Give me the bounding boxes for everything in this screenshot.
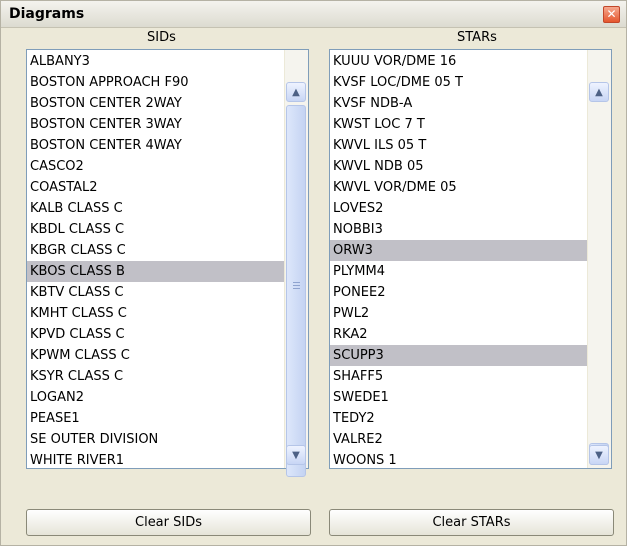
star-list-item[interactable]: KWVL ILS 05 T — [330, 135, 588, 156]
star-list-item[interactable]: NOBBI3 — [330, 219, 588, 240]
sid-list-item[interactable]: KBGR CLASS C — [27, 240, 285, 261]
sid-list-item[interactable]: KPWM CLASS C — [27, 345, 285, 366]
star-list-item[interactable]: KVSF LOC/DME 05 T — [330, 72, 588, 93]
star-list-item[interactable]: KWVL NDB 05 — [330, 156, 588, 177]
sid-list-item[interactable]: BOSTON APPROACH F90 — [27, 72, 285, 93]
sids-listbox[interactable]: ALBANY3 BOSTON APPROACH F90 BOSTON CENTER … — [26, 49, 309, 477]
sid-list-item[interactable]: KPVD CLASS C — [27, 324, 285, 345]
diagrams-window: Diagrams ✕ SIDs STARs ALBANY3 BOSTON APPR… — [0, 0, 627, 546]
star-list-item[interactable]: LOVES2 — [330, 198, 588, 219]
chevron-down-icon[interactable]: ▼ — [589, 445, 609, 465]
chevron-up-icon[interactable]: ▲ — [286, 82, 306, 102]
star-list-item[interactable]: VALRE2 — [330, 429, 588, 450]
star-list-item[interactable]: SWEDE1 — [330, 387, 588, 408]
sids-header: SIDs — [147, 30, 176, 45]
sid-list-item[interactable]: KSYR CLASS C — [27, 366, 285, 387]
clear-stars-button[interactable]: Clear STARs — [329, 509, 614, 536]
sid-list-item[interactable]: COASTAL2 — [27, 177, 285, 198]
star-list-item[interactable]: PONEE2 — [330, 282, 588, 303]
chevron-down-icon[interactable]: ▼ — [286, 445, 306, 465]
sid-list-item[interactable]: KBDL CLASS C — [27, 219, 285, 240]
stars-scrollbar[interactable]: ▲ ▼ — [587, 50, 611, 468]
sid-list-item[interactable]: BOSTON CENTER 4WAY — [27, 135, 285, 156]
stars-list: KUUU VOR/DME 16 KVSF LOC/DME 05 T KVSF NDB… — [330, 51, 588, 471]
sid-list-item[interactable]: CASCO2 — [27, 156, 285, 177]
stars-listbox[interactable]: KUUU VOR/DME 16 KVSF LOC/DME 05 T KVSF NDB… — [329, 49, 612, 469]
star-list-item[interactable]: KVSF NDB-A — [330, 93, 588, 114]
sid-list-item[interactable]: ALBANY3 — [27, 51, 285, 72]
star-list-item[interactable]: KWST LOC 7 T — [330, 114, 588, 135]
scroll-thumb[interactable] — [286, 105, 306, 477]
sids-scrollbar[interactable]: ▲ ▼ — [284, 50, 308, 477]
star-list-item[interactable]: TEDY2 — [330, 408, 588, 429]
sids-list: ALBANY3 BOSTON APPROACH F90 BOSTON CENTER … — [27, 51, 285, 471]
star-list-item[interactable]: RKA2 — [330, 324, 588, 345]
window-title: Diagrams — [9, 6, 85, 22]
sid-list-item[interactable]: LOGAN2 — [27, 387, 285, 408]
sid-list-item[interactable]: KBTV CLASS C — [27, 282, 285, 303]
star-list-item[interactable]: SCUPP3 — [330, 345, 588, 366]
stars-header: STARs — [457, 30, 497, 45]
star-list-item[interactable]: PWL2 — [330, 303, 588, 324]
title-bar[interactable]: Diagrams ✕ — [1, 1, 626, 28]
star-list-item[interactable]: KWVL VOR/DME 05 — [330, 177, 588, 198]
star-list-item[interactable]: ORW3 — [330, 240, 588, 261]
chevron-up-icon[interactable]: ▲ — [589, 82, 609, 102]
sid-list-item[interactable]: KBOS CLASS B — [27, 261, 285, 282]
close-icon[interactable]: ✕ — [603, 6, 620, 23]
star-list-item[interactable]: KUUU VOR/DME 16 — [330, 51, 588, 72]
sid-list-item[interactable]: SE OUTER DIVISION — [27, 429, 285, 450]
star-list-item[interactable]: WOONS 1 — [330, 450, 588, 471]
sid-list-item[interactable]: BOSTON CENTER 3WAY — [27, 114, 285, 135]
sid-list-item[interactable]: KALB CLASS C — [27, 198, 285, 219]
star-list-item[interactable]: SHAFF5 — [330, 366, 588, 387]
sid-list-item[interactable]: WHITE RIVER1 — [27, 450, 285, 471]
sid-list-item[interactable]: BOSTON CENTER 2WAY — [27, 93, 285, 114]
sid-list-item[interactable]: KMHT CLASS C — [27, 303, 285, 324]
star-list-item[interactable]: PLYMM4 — [330, 261, 588, 282]
sid-list-item[interactable]: PEASE1 — [27, 408, 285, 429]
clear-sids-button[interactable]: Clear SIDs — [26, 509, 311, 536]
